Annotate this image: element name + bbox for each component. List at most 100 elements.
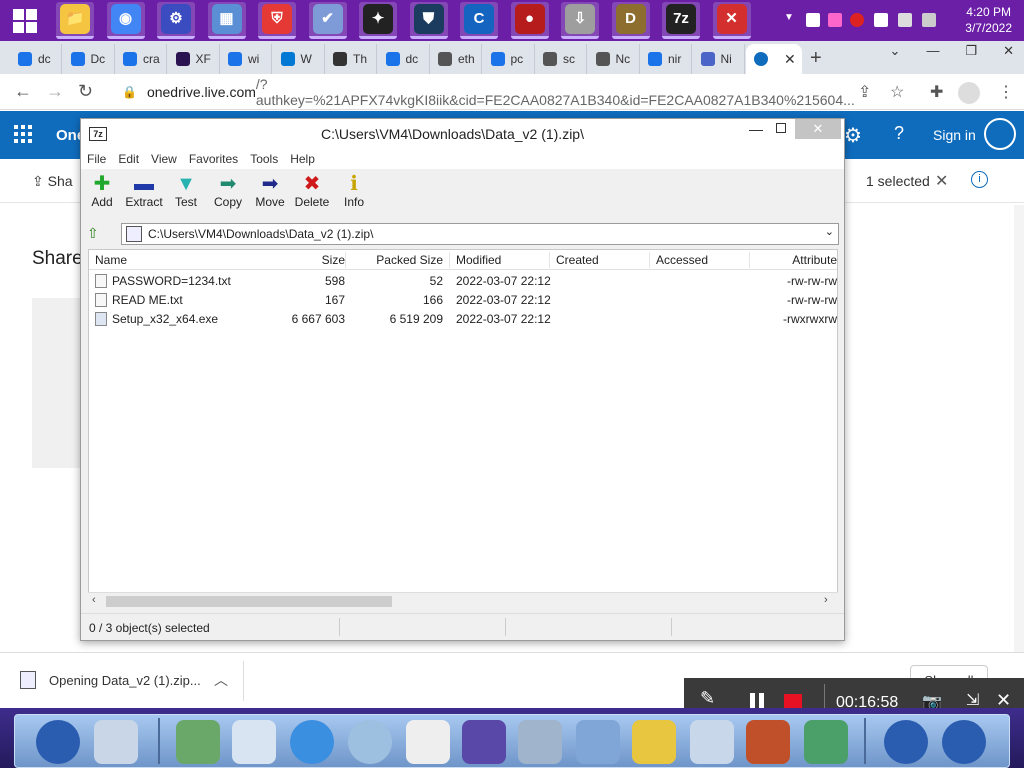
restore-icon[interactable]: ❐ [965, 43, 977, 59]
recycle-bin-icon[interactable] [94, 720, 138, 764]
browser-tab[interactable]: Th [325, 44, 377, 74]
chevron-up-icon[interactable]: ︿ [214, 670, 228, 690]
scroll-right-icon[interactable]: › [824, 594, 828, 606]
column-header-modified[interactable]: Modified [456, 250, 556, 270]
info-icon[interactable]: i [971, 171, 988, 188]
start-button[interactable] [0, 0, 50, 41]
log-off-icon[interactable] [884, 720, 928, 764]
clock[interactable]: 4:20 PM 3/7/2022 [965, 4, 1012, 36]
browser-tab[interactable]: nir [640, 44, 692, 74]
url-field[interactable]: 🔒 onedrive.live.com/?authkey=%21APFX74vk… [112, 76, 855, 108]
help-icon[interactable]: ? [894, 123, 904, 144]
copy-button[interactable]: ➡ Copy [207, 169, 249, 219]
browser-tab[interactable]: wi [220, 44, 272, 74]
minimize-icon[interactable]: — [926, 43, 939, 59]
share-command[interactable]: ⇪ Sha [32, 173, 73, 190]
browser-tab[interactable]: sc [535, 44, 587, 74]
browser-tab[interactable]: eth [430, 44, 482, 74]
reload-icon[interactable]: ↻ [78, 81, 93, 102]
page-scrollbar[interactable] [1014, 205, 1024, 652]
search-magnifier-icon[interactable] [348, 720, 392, 764]
scroll-left-icon[interactable]: ‹ [92, 594, 96, 606]
taskbar-app-button[interactable]: ● [510, 2, 549, 39]
media-player-icon[interactable] [746, 720, 790, 764]
tab-onedrive[interactable]: ✕ [746, 44, 802, 74]
browser-tab[interactable]: Nc [588, 44, 640, 74]
mail-icon[interactable] [232, 720, 276, 764]
recorder-tray-icon[interactable] [828, 13, 842, 27]
column-header-size[interactable]: Size [265, 250, 345, 270]
taskbar-app-button[interactable]: D [611, 2, 650, 39]
close-tab-icon[interactable]: ✕ [784, 51, 796, 68]
media-tools-icon[interactable] [690, 720, 734, 764]
taskbar-app-button[interactable]: 7z [662, 2, 700, 39]
browser-tab[interactable]: cra [115, 44, 167, 74]
rtf-document-icon[interactable] [406, 720, 450, 764]
profile-avatar[interactable] [958, 82, 980, 104]
move-button[interactable]: ➡ Move [249, 169, 291, 219]
browser-tab[interactable]: dc [378, 44, 430, 74]
table-row[interactable]: READ ME.txt 167 166 2022-03-07 22:12 -rw-rw-… [89, 291, 837, 310]
taskbar-app-button[interactable]: ✕ [712, 2, 751, 39]
extract-button[interactable]: ▬ Extract [123, 169, 165, 219]
folder-up-icon[interactable]: ⇧ [87, 225, 107, 243]
test-button[interactable]: ▼ Test [165, 169, 207, 219]
internet-explorer-icon[interactable] [290, 720, 334, 764]
menu-edit[interactable]: Edit [112, 149, 145, 169]
browser-tab[interactable]: W [273, 44, 325, 74]
taskbar-app-button[interactable]: ⇩ [561, 2, 599, 39]
menu-help[interactable]: Help [284, 149, 321, 169]
star-icon[interactable]: ☆ [890, 82, 904, 102]
app-launcher-icon[interactable] [14, 125, 32, 143]
taskbar-app-button[interactable]: 📁 [56, 2, 94, 39]
column-header-name[interactable]: Name [95, 250, 265, 270]
browser-tab[interactable]: pc [483, 44, 535, 74]
browser-tab[interactable]: dc [10, 44, 62, 74]
chevron-down-icon[interactable]: ⌄ [825, 225, 834, 238]
path-field[interactable]: C:\Users\VM4\Downloads\Data_v2 (1).zip\ … [121, 223, 839, 245]
power-icon[interactable] [942, 720, 986, 764]
taskbar-app-button[interactable]: ⛊ [409, 2, 448, 39]
scrollbar-thumb[interactable] [106, 596, 392, 607]
back-icon[interactable]: ← [14, 81, 32, 102]
taskbar-app-button[interactable]: ⚙ [157, 2, 195, 39]
menu-tools[interactable]: Tools [244, 149, 284, 169]
close-icon[interactable]: ✕ [795, 119, 841, 139]
download-item-label[interactable]: Opening Data_v2 (1).zip... [49, 673, 201, 688]
taskbar-app-button[interactable]: C [460, 2, 498, 39]
close-icon[interactable]: ✕ [1003, 43, 1014, 59]
taskbar-app-button[interactable]: ✦ [359, 2, 397, 39]
browser-tab[interactable]: Ni [693, 44, 745, 74]
taskbar-app-button[interactable]: ✔ [308, 2, 347, 39]
taskbar-app-button[interactable]: ⛨ [258, 2, 296, 39]
gear-icon[interactable]: ⚙ [844, 123, 862, 148]
add-button[interactable]: ✚ Add [81, 169, 123, 219]
tab-search-icon[interactable]: ⌄ [890, 43, 901, 59]
sign-in-link[interactable]: Sign in [933, 127, 976, 143]
collapse-icon[interactable]: ⇲ [966, 690, 979, 710]
maximize-icon[interactable] [776, 123, 786, 133]
user-icon[interactable] [984, 118, 1016, 150]
network-tray-icon[interactable] [898, 13, 912, 27]
flag-tray-icon[interactable] [874, 13, 888, 27]
browser-tab[interactable]: XF [168, 44, 220, 74]
taskbar-app-button[interactable]: ◉ [106, 2, 145, 39]
table-row[interactable]: Setup_x32_x64.exe 6 667 603 6 519 209 2022-… [89, 310, 837, 329]
extensions-icon[interactable]: ✚ [930, 82, 943, 102]
horizontal-scrollbar[interactable]: ‹ › [88, 592, 838, 609]
pen-icon[interactable]: ✎ [700, 688, 715, 709]
forward-icon[interactable]: → [46, 81, 64, 102]
column-header-accessed[interactable]: Accessed [656, 250, 756, 270]
minimize-icon[interactable]: — [749, 121, 763, 137]
sevenzip-titlebar[interactable]: 7z C:\Users\VM4\Downloads\Data_v2 (1).zi… [81, 119, 844, 149]
info-button[interactable]: ℹ Info [333, 169, 375, 219]
menu-favorites[interactable]: Favorites [183, 149, 244, 169]
menu-file[interactable]: File [81, 149, 112, 169]
disk-icon[interactable] [518, 720, 562, 764]
column-header-attributes[interactable]: Attribute [769, 250, 837, 270]
menu-dots-icon[interactable]: ⋮ [998, 82, 1014, 102]
acrobat-tray-icon[interactable] [806, 13, 820, 27]
share-icon[interactable]: ⇪ [858, 82, 871, 102]
key-icon[interactable] [36, 720, 80, 764]
column-header-created[interactable]: Created [556, 250, 656, 270]
